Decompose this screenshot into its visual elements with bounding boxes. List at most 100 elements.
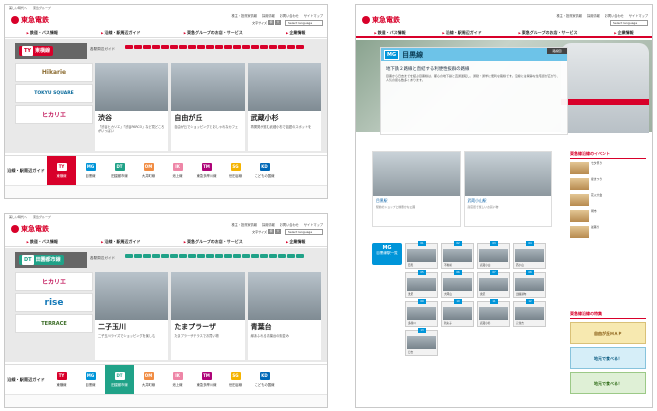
route-map-button[interactable]: 路線図 xyxy=(547,48,567,54)
link-sitemap[interactable]: サイトマップ xyxy=(304,14,323,18)
station-dot[interactable] xyxy=(188,45,196,49)
line-tab-tm[interactable]: TM 東急多摩川線 xyxy=(192,365,221,395)
station-dot[interactable] xyxy=(278,45,286,49)
station-dot[interactable] xyxy=(170,45,178,49)
line-tab-sg[interactable]: SG 世田谷線 xyxy=(221,365,250,395)
line-tab-ik[interactable]: IK 池上線 xyxy=(163,365,192,395)
ad-banner[interactable]: ヒカリエ xyxy=(15,272,93,291)
event-item[interactable]: 花火大会 xyxy=(570,193,646,207)
station-dot[interactable] xyxy=(206,254,214,258)
station-dot[interactable] xyxy=(152,254,160,258)
station-dot[interactable] xyxy=(188,254,196,258)
station-cell[interactable]: 10 新丸子 xyxy=(441,299,474,327)
logo[interactable]: 東急電鉄 xyxy=(11,224,49,234)
station-cell[interactable]: 12 元住吉 xyxy=(513,299,546,327)
nav-corporate[interactable]: 企業情報 xyxy=(614,30,634,36)
line-tab-ty[interactable]: TY 東横線 xyxy=(47,155,76,186)
station-dot[interactable] xyxy=(242,254,250,258)
station-dot[interactable] xyxy=(215,45,223,49)
line-tab-kd[interactable]: KD こどもの国線 xyxy=(250,156,279,186)
station-dot[interactable] xyxy=(179,254,187,258)
line-tab-om[interactable]: OM 大井町線 xyxy=(134,156,163,186)
line-tab-tm[interactable]: TM 東急多摩川線 xyxy=(192,156,221,186)
link-sitemap[interactable]: サイトマップ xyxy=(304,223,323,227)
line-tab-kd[interactable]: KD こどもの国線 xyxy=(250,365,279,395)
station-dot[interactable] xyxy=(251,254,259,258)
station-dot[interactable] xyxy=(134,254,142,258)
station-dot[interactable] xyxy=(233,45,241,49)
featured-card[interactable]: 目黒駅 駅前のショップと緑豊かな公園 xyxy=(372,151,461,227)
line-tab-om[interactable]: OM 大井町線 xyxy=(134,365,163,395)
promo-banner[interactable]: 地元で食べる！ xyxy=(570,347,646,369)
station-dot[interactable] xyxy=(197,254,205,258)
station-dot[interactable] xyxy=(251,45,259,49)
link-recruit[interactable]: 採用情報 xyxy=(262,14,275,18)
event-item[interactable]: 朝市 xyxy=(570,209,646,223)
station-dot[interactable] xyxy=(287,254,295,258)
station-card[interactable]: 渋谷 「渋谷ヒカリエ」「渋谷PARCO」など見どころがいっぱい xyxy=(95,63,169,151)
station-cell[interactable]: 04 西小山 xyxy=(513,241,546,269)
font-size-large-button[interactable]: 大 xyxy=(275,20,281,25)
link-contact[interactable]: お問い合わせ xyxy=(280,223,299,227)
station-card[interactable]: 武蔵小杉 再開発が進む武蔵小杉で話題のスポットを xyxy=(247,63,321,151)
ad-banner[interactable]: rise xyxy=(15,293,93,312)
promo-banner[interactable]: 地元で食べる！ xyxy=(570,372,646,394)
ad-banner[interactable]: Hikarie xyxy=(15,63,93,82)
nav-group-services[interactable]: 東急グループのお店・サービス xyxy=(518,30,578,36)
station-cell[interactable]: 13 日吉 xyxy=(405,328,438,356)
station-dot[interactable] xyxy=(278,254,286,258)
station-dot[interactable] xyxy=(161,254,169,258)
event-item[interactable]: 七夕祭り xyxy=(570,161,646,175)
link-recruit[interactable]: 採用情報 xyxy=(587,14,600,18)
station-dot[interactable] xyxy=(233,254,241,258)
nav-rail-bus[interactable]: 鉄道・バス情報 xyxy=(27,239,58,245)
language-select[interactable]: Select language xyxy=(285,20,323,26)
line-tab-ty[interactable]: TY 東横線 xyxy=(47,365,76,395)
station-dot[interactable] xyxy=(296,45,304,49)
nav-corporate[interactable]: 企業情報 xyxy=(286,239,305,245)
logo[interactable]: 東急電鉄 xyxy=(362,15,400,25)
station-dot[interactable] xyxy=(296,254,304,258)
nav-area-guide[interactable]: 沿線・駅周辺ガイド xyxy=(101,30,140,36)
line-tab-mg[interactable]: MG 目黒線 xyxy=(76,365,105,395)
station-cell[interactable]: 08 田園調布 xyxy=(513,270,546,298)
event-item[interactable]: 夏まつり xyxy=(570,177,646,191)
nav-rail-bus[interactable]: 鉄道・バス情報 xyxy=(374,30,406,36)
station-dot[interactable] xyxy=(269,254,277,258)
station-cell[interactable]: 03 武蔵小山 xyxy=(477,241,510,269)
station-dot[interactable] xyxy=(206,45,214,49)
link-contact[interactable]: お問い合わせ xyxy=(280,14,299,18)
line-tab-ik[interactable]: IK 池上線 xyxy=(163,156,192,186)
station-cell[interactable]: 09 多摩川 xyxy=(405,299,438,327)
station-dot[interactable] xyxy=(269,45,277,49)
language-select[interactable]: Select language xyxy=(285,229,323,235)
station-dot[interactable] xyxy=(179,45,187,49)
promo-banner[interactable]: 自由が丘ＭＡＰ xyxy=(570,322,646,344)
station-dot[interactable] xyxy=(143,254,151,258)
link-recruit[interactable]: 採用情報 xyxy=(262,223,275,227)
nav-group-services[interactable]: 東急グループのお店・サービス xyxy=(184,239,243,245)
station-dot[interactable] xyxy=(224,45,232,49)
station-dot[interactable] xyxy=(161,45,169,49)
line-tab-mg[interactable]: MG 目黒線 xyxy=(76,156,105,186)
ad-banner[interactable]: ヒカリエ xyxy=(15,105,93,124)
station-card[interactable]: 自由が丘 自由が丘でショッピングとおしゃれなカフェ xyxy=(171,63,245,151)
nav-area-guide[interactable]: 沿線・駅周辺ガイド xyxy=(101,239,140,245)
station-dot[interactable] xyxy=(125,254,133,258)
line-tab-sg[interactable]: SG 世田谷線 xyxy=(221,156,250,186)
nav-area-guide[interactable]: 沿線・駅周辺ガイド xyxy=(442,30,482,36)
station-cell[interactable]: 05 洗足 xyxy=(405,270,438,298)
link-ir[interactable]: 株主・投資家情報 xyxy=(231,223,257,227)
line-tab-dt[interactable]: DT 田園都市線 xyxy=(105,156,134,186)
station-dot[interactable] xyxy=(215,254,223,258)
station-dot[interactable] xyxy=(134,45,142,49)
nav-group-services[interactable]: 東急グループのお店・サービス xyxy=(184,30,243,36)
station-cell[interactable]: 11 武蔵小杉 xyxy=(477,299,510,327)
station-dot[interactable] xyxy=(125,45,133,49)
station-card[interactable]: 青葉台 緑あふれる青葉台の街並み xyxy=(247,272,321,360)
font-size-normal-button[interactable]: 標 xyxy=(268,20,274,25)
station-dot[interactable] xyxy=(242,45,250,49)
station-dot[interactable] xyxy=(152,45,160,49)
station-dot[interactable] xyxy=(224,254,232,258)
station-dot[interactable] xyxy=(143,45,151,49)
